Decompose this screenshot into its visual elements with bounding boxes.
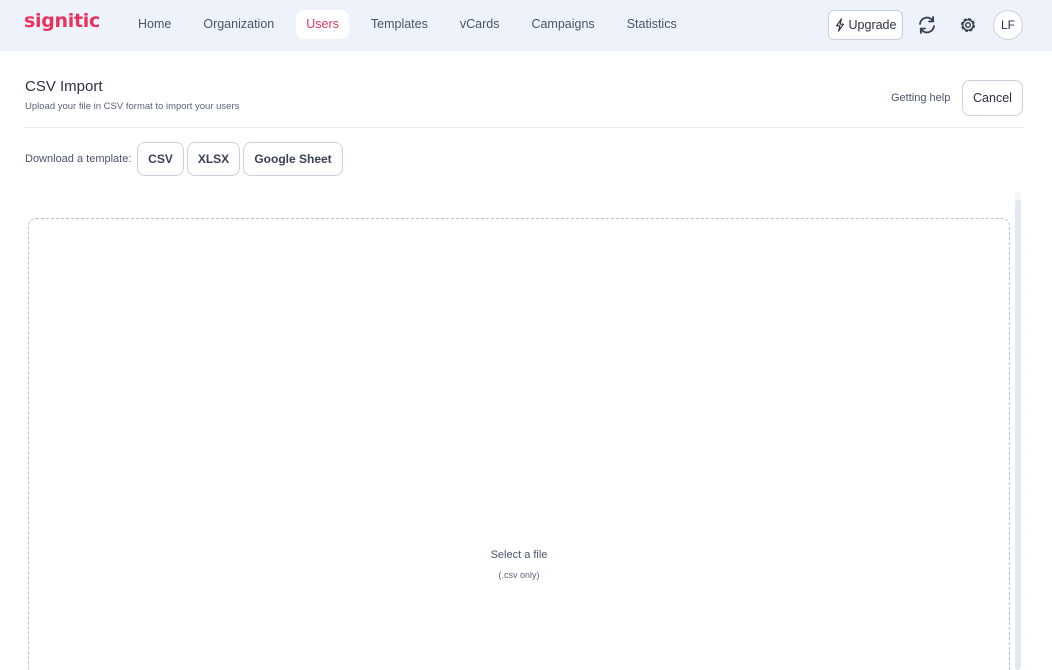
select-file-label[interactable]: Select a file [29,549,1009,561]
download-template-label: Download a template: [25,153,132,165]
download-google-sheet-template-button[interactable]: Google Sheet [243,142,343,176]
nav-item-statistics[interactable]: Statistics [617,10,687,39]
file-type-hint: (.csv only) [498,570,540,580]
signitic-logo[interactable]: signitic [24,10,100,32]
download-xlsx-template-button[interactable]: XLSX [187,142,240,176]
nav-item-users[interactable]: Users [296,10,349,39]
file-dropzone[interactable]: Select a file (.csv only) [28,218,1010,670]
nav-item-templates[interactable]: Templates [361,10,438,39]
getting-help-link[interactable]: Getting help [891,92,950,104]
header-divider [25,127,1023,128]
gear-icon [961,18,975,32]
top-navigation-bar: signitic Home Organization Users Templat… [0,0,1052,51]
page-title: CSV Import [25,78,103,95]
upgrade-button[interactable]: Upgrade [828,10,903,40]
upgrade-label: Upgrade [848,18,897,32]
nav-item-organization[interactable]: Organization [193,10,284,39]
scrollbar-thumb[interactable] [1015,200,1021,670]
sync-icon [919,16,935,34]
page-subtitle: Upload your file in CSV format to import… [25,101,240,112]
download-csv-template-button[interactable]: CSV [137,142,184,176]
lightning-icon [835,18,844,32]
cancel-button[interactable]: Cancel [962,80,1023,116]
nav-item-vcards[interactable]: vCards [450,10,510,39]
settings-button[interactable] [954,11,982,39]
main-nav: Home Organization Users Templates vCards… [128,10,699,39]
nav-item-campaigns[interactable]: Campaigns [521,10,604,39]
sync-button[interactable] [913,11,941,39]
user-avatar[interactable]: LF [993,10,1023,40]
nav-item-home[interactable]: Home [128,10,181,39]
